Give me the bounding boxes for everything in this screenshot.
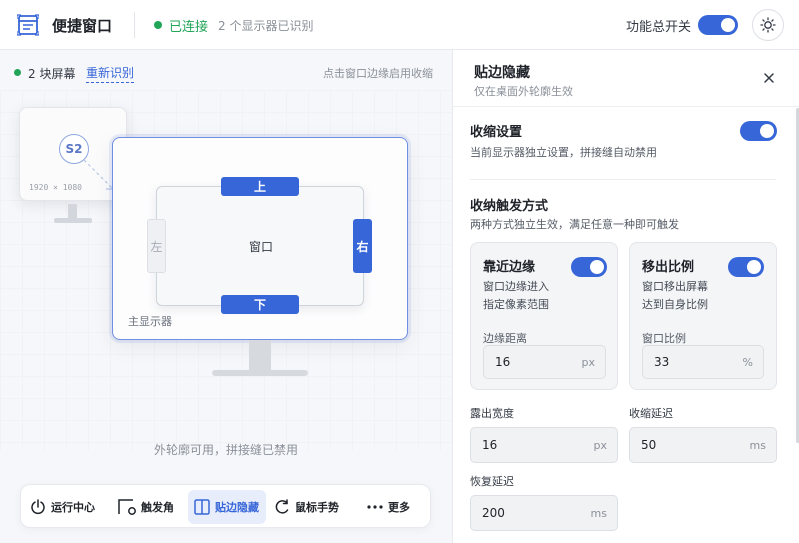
header-bar: 便捷窗口 已连接 2 个显示器已识别 功能总开关 xyxy=(0,0,799,50)
card-move-out-ratio: 移出比例 窗口移出屏幕 达到自身比例 窗口比例 33 % xyxy=(629,242,777,390)
bottom-navigation: 运行中心 触发角 贴边隐藏 鼠标手势 更多 xyxy=(20,484,431,528)
main-monitor-stand xyxy=(249,340,271,370)
nav-label: 触发角 xyxy=(141,501,174,514)
field-unit: px xyxy=(581,356,596,369)
split-panel-icon xyxy=(194,499,210,515)
reveal-width-input[interactable]: 16 px xyxy=(470,427,618,463)
master-toggle-label: 功能总开关 xyxy=(626,20,692,35)
secondary-monitor[interactable]: S2 1920 × 1080 xyxy=(19,107,127,201)
corner-icon xyxy=(118,499,136,515)
field-value: 33 xyxy=(654,355,670,369)
near-edge-toggle[interactable] xyxy=(571,257,607,277)
field-value: 16 xyxy=(495,355,511,369)
window-label: 窗口 xyxy=(249,240,274,254)
close-icon[interactable] xyxy=(761,70,777,86)
nav-mouse-gesture[interactable]: 鼠标手势 xyxy=(273,490,349,524)
sun-icon xyxy=(760,17,776,33)
monitor-count-status: 2 个显示器已识别 xyxy=(218,19,314,33)
secondary-monitor-resolution: 1920 × 1080 xyxy=(29,183,82,192)
more-icon xyxy=(367,505,383,509)
screens-status-dot xyxy=(14,69,21,76)
app-window-icon xyxy=(17,14,39,36)
nav-label: 鼠标手势 xyxy=(295,501,339,514)
nav-label: 贴边隐藏 xyxy=(215,501,259,514)
main-monitor-label: 主显示器 xyxy=(128,315,172,328)
move-out-ratio-toggle[interactable] xyxy=(728,257,764,277)
shrink-toggle[interactable] xyxy=(740,121,777,141)
panel-subtitle: 仅在桌面外轮廓生效 xyxy=(474,85,573,98)
nav-label: 更多 xyxy=(388,501,410,514)
card-desc-line2: 达到自身比例 xyxy=(642,298,708,311)
trigger-mode-title: 收纳触发方式 xyxy=(470,199,549,214)
theme-toggle-button[interactable] xyxy=(752,9,784,41)
status-dot xyxy=(154,21,162,29)
screens-count: 2 块屏幕 xyxy=(28,67,76,81)
nav-run-center[interactable]: 运行中心 xyxy=(29,490,101,524)
shrink-delay-label: 收缩延迟 xyxy=(629,407,673,420)
nav-more[interactable]: 更多 xyxy=(366,490,416,524)
card-desc-line1: 窗口边缘进入 xyxy=(483,280,549,293)
main-monitor-base xyxy=(212,370,308,376)
edge-distance-input[interactable]: 16 px xyxy=(483,345,606,379)
field-unit: % xyxy=(742,356,753,369)
field-unit: px xyxy=(593,439,608,452)
restore-delay-input[interactable]: 200 ms xyxy=(470,495,618,531)
restore-delay-label: 恢复延迟 xyxy=(470,475,514,488)
card-near-edge: 靠近边缘 窗口边缘进入 指定像素范围 边缘距离 16 px xyxy=(470,242,618,390)
field-unit: ms xyxy=(590,507,607,520)
card-desc-line1: 窗口移出屏幕 xyxy=(642,280,708,293)
shrink-settings-desc: 当前显示器独立设置，拼接缝自动禁用 xyxy=(470,146,657,159)
edge-bottom-button[interactable]: 下 xyxy=(221,295,299,314)
edge-right-button[interactable]: 右 xyxy=(353,219,372,273)
secondary-monitor-base xyxy=(54,218,92,223)
header-divider xyxy=(134,12,135,38)
connection-status: 已连接 xyxy=(169,20,209,35)
edge-top-button[interactable]: 上 xyxy=(221,177,299,196)
settings-panel: 贴边隐藏 仅在桌面外轮廓生效 收缩设置 当前显示器独立设置，拼接缝自动禁用 收纳… xyxy=(452,50,799,543)
nav-label: 运行中心 xyxy=(51,501,95,514)
shrink-settings-title: 收缩设置 xyxy=(470,125,523,140)
window-ratio-input[interactable]: 33 % xyxy=(642,345,764,379)
card-title: 移出比例 xyxy=(642,260,695,275)
app-title: 便捷窗口 xyxy=(52,17,113,35)
nav-trigger-corner[interactable]: 触发角 xyxy=(117,490,179,524)
field-value: 16 xyxy=(482,438,498,452)
secondary-monitor-stand xyxy=(68,204,77,218)
card-desc-line2: 指定像素范围 xyxy=(483,298,549,311)
gesture-icon xyxy=(275,499,289,514)
window-ratio-label: 窗口比例 xyxy=(642,332,686,345)
reveal-width-label: 露出宽度 xyxy=(470,407,514,420)
outline-status-hint: 外轮廓可用，拼接缝已禁用 xyxy=(153,443,298,457)
field-value: 200 xyxy=(482,506,505,520)
shrink-delay-input[interactable]: 50 ms xyxy=(629,427,777,463)
edge-click-hint: 点击窗口边缘启用收缩 xyxy=(323,67,433,80)
power-icon xyxy=(31,499,45,515)
trigger-mode-desc: 两种方式独立生效，满足任意一种即可触发 xyxy=(470,218,679,231)
field-unit: ms xyxy=(749,439,766,452)
panel-divider xyxy=(453,106,799,107)
section-divider xyxy=(470,179,776,180)
panel-title: 贴边隐藏 xyxy=(474,65,530,81)
redetect-link[interactable]: 重新识别 xyxy=(86,64,135,83)
edge-left-button[interactable]: 左 xyxy=(147,219,166,273)
window-preview: 窗口 xyxy=(156,186,364,306)
monitor-preview-pane: 2 块屏幕 重新识别 点击窗口边缘启用收缩 S2 1920 × 1080 主显示… xyxy=(0,50,452,543)
nav-edge-hide[interactable]: 贴边隐藏 xyxy=(188,490,266,524)
master-toggle[interactable] xyxy=(698,15,738,35)
field-value: 50 xyxy=(641,438,657,452)
edge-distance-label: 边缘距离 xyxy=(483,332,527,345)
card-title: 靠近边缘 xyxy=(483,260,536,275)
